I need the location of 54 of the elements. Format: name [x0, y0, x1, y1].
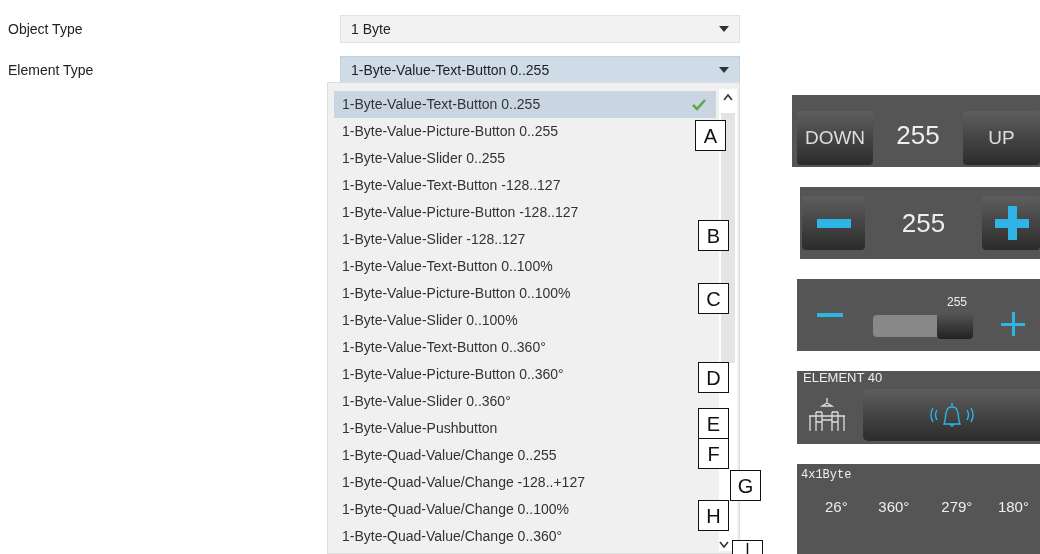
plus-icon[interactable]	[1001, 312, 1025, 336]
label-marker: F	[698, 438, 729, 469]
dropdown-option[interactable]: 1-Byte-Value-Slider 0..255	[334, 145, 692, 172]
field-label: Element Type	[7, 60, 95, 80]
table-icon	[807, 397, 847, 432]
quad-value: 360°	[878, 497, 911, 517]
dropdown-option[interactable]: 1-Byte-Value-Picture-Button 0..255	[334, 118, 692, 145]
dropdown-option[interactable]: 1-Byte-Quad-Value/Change -128..+127	[334, 469, 692, 496]
plus-icon	[995, 206, 1029, 240]
dropdown-option[interactable]: 1-Byte-Value-Text-Button 0..360°	[334, 334, 692, 361]
widget-title: 4x1Byte	[800, 467, 853, 484]
dropdown-option[interactable]: 1-Byte-Value-Text-Button 0..100%	[334, 253, 692, 280]
dropdown-option[interactable]: 1-Byte-Quad-Value/Change 0..255	[334, 442, 692, 469]
minus-button[interactable]	[802, 196, 865, 250]
dropdown-field[interactable]: 1 Byte	[340, 15, 740, 43]
caret-icon	[719, 67, 729, 73]
quad-value: 26°	[825, 497, 849, 517]
field-label: Object Type	[7, 19, 84, 39]
down-button[interactable]: DOWN	[797, 111, 873, 165]
check-icon	[692, 98, 706, 111]
dropdown-option[interactable]: 1-Byte-Value-Slider 0..360°	[334, 388, 692, 415]
label-marker: D	[698, 362, 729, 393]
quad-value: 180°	[997, 497, 1030, 517]
value-text: 255	[895, 118, 941, 152]
dropdown-option[interactable]: 1-Byte-Value-Picture-Button 0..100%	[334, 280, 692, 307]
dropdown-option[interactable]: 1-Byte-Quad-Value/Change 0..360°	[334, 523, 692, 550]
dropdown-option[interactable]: 1-Byte-Value-Picture-Button 0..360°	[334, 361, 692, 388]
widget-title: ELEMENT 40	[802, 371, 884, 385]
dropdown-option[interactable]: 1-Byte-Value-Pushbutton	[334, 415, 692, 442]
quad-value: 279°	[941, 497, 974, 517]
label-marker: C	[698, 283, 729, 314]
scroll-up-icon[interactable]	[723, 93, 733, 101]
value-text: 255	[900, 206, 947, 240]
dropdown-option[interactable]: 1-Byte-Value-Slider 0..100%	[334, 307, 692, 334]
label-marker: A	[695, 120, 726, 151]
label-marker: G	[730, 470, 761, 501]
slider-thumb[interactable]	[937, 313, 973, 339]
plus-button[interactable]	[982, 196, 1040, 250]
slider-value: 255	[946, 294, 967, 311]
dropdown-option[interactable]: 1-Byte-Quad-Value/Change 0..100%	[334, 496, 692, 523]
up-button[interactable]: UP	[963, 111, 1040, 165]
dropdown-option[interactable]: 1-Byte-Value-Picture-Button -128..127	[334, 199, 692, 226]
label-marker: E	[698, 408, 729, 439]
label-marker: B	[698, 220, 729, 251]
dropdown-option[interactable]: 1-Byte-Value-Text-Button 0..255	[334, 91, 716, 118]
minus-icon	[816, 218, 851, 228]
slider-track[interactable]	[873, 315, 973, 337]
caret-icon	[719, 26, 729, 32]
dropdown-field[interactable]: 1-Byte-Value-Text-Button 0..255	[340, 56, 740, 84]
dropdown-option[interactable]: 1-Byte-Value-Slider -128..127	[334, 226, 692, 253]
dropdown-option[interactable]: 1-Byte-Value-Text-Button -128..127	[334, 172, 692, 199]
scroll-down-icon[interactable]	[719, 541, 729, 549]
label-marker: H	[698, 500, 729, 531]
bell-button[interactable]	[863, 388, 1040, 441]
